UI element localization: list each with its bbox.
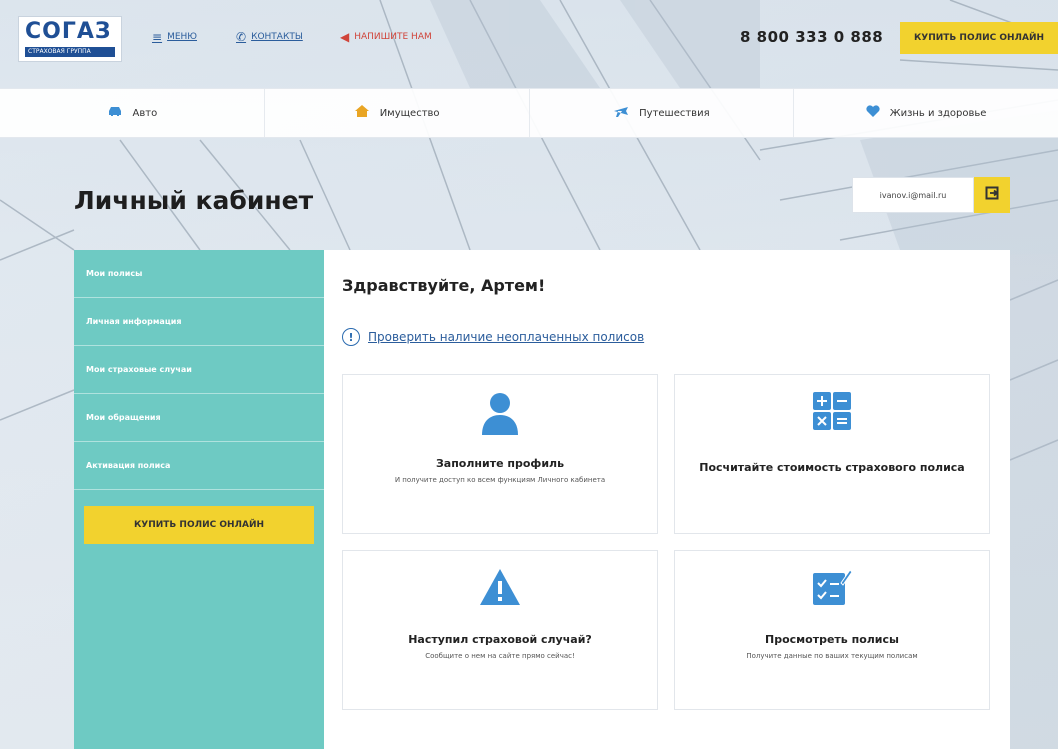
category-label: Имущество xyxy=(379,107,440,119)
logout-icon xyxy=(985,186,999,204)
sidebar-item-label: Мои полисы xyxy=(86,269,143,278)
sidebar-item-insurance-cases[interactable]: Мои страховые случаи xyxy=(74,346,324,394)
house-icon xyxy=(354,104,370,122)
category-auto[interactable]: Авто xyxy=(0,89,265,137)
card-title: Заполните профиль xyxy=(435,457,565,470)
sidebar-item-label: Мои страховые случаи xyxy=(86,365,192,374)
sidebar-item-label: Активация полиса xyxy=(86,461,171,470)
greeting: Здравствуйте, Артем! xyxy=(342,276,546,295)
menu-label: МЕНЮ xyxy=(167,32,197,42)
sidebar-item-personal-info[interactable]: Личная информация xyxy=(74,298,324,346)
card-insurance-case[interactable]: Наступил страховой случай? Сообщите о не… xyxy=(342,550,658,710)
sogaz-logo[interactable]: СОГАЗ СТРАХОВАЯ ГРУППА xyxy=(18,16,122,62)
plane-icon xyxy=(613,104,629,122)
contacts-label: КОНТАКТЫ xyxy=(251,32,303,42)
buy-policy-online-button[interactable]: КУПИТЬ ПОЛИС ОНЛАЙН xyxy=(900,22,1058,54)
sidebar-item-my-policies[interactable]: Мои полисы xyxy=(74,250,324,298)
category-travel[interactable]: Путешествия xyxy=(530,89,795,137)
card-subtitle: И получите доступ ко всем функциям Лично… xyxy=(394,476,606,484)
card-title: Просмотреть полисы xyxy=(765,633,899,646)
unpaid-policies-check[interactable]: ! Проверить наличие неоплаченных полисов xyxy=(342,328,644,346)
card-calculate-cost[interactable]: Посчитайте стоимость страхового полиса xyxy=(674,374,990,534)
main-content: Здравствуйте, Артем! ! Проверить наличие… xyxy=(324,250,1010,749)
contacts-link[interactable]: ✆ КОНТАКТЫ xyxy=(236,30,303,44)
page-title: Личный кабинет xyxy=(74,186,314,215)
sidebar-item-label: Личная информация xyxy=(86,317,182,326)
sidebar: Мои полисы Личная информация Мои страхов… xyxy=(74,250,324,749)
car-icon xyxy=(107,105,123,121)
category-label: Жизнь и здоровье xyxy=(889,107,987,119)
sidebar-item-policy-activation[interactable]: Активация полиса xyxy=(74,442,324,490)
info-icon: ! xyxy=(342,328,360,346)
user-icon xyxy=(343,391,657,435)
phone-icon: ✆ xyxy=(236,30,247,44)
category-life-health[interactable]: Жизнь и здоровье xyxy=(794,89,1058,137)
site-header: СОГАЗ СТРАХОВАЯ ГРУППА ≡ МЕНЮ ✆ КОНТАКТЫ… xyxy=(0,0,1058,88)
menu-link[interactable]: ≡ МЕНЮ xyxy=(152,30,197,44)
category-label: Авто xyxy=(132,107,158,119)
card-subtitle: Получите данные по ваших текущим полисам xyxy=(746,652,918,660)
category-label: Путешествия xyxy=(639,107,710,119)
hamburger-icon: ≡ xyxy=(152,30,163,44)
category-property[interactable]: Имущество xyxy=(265,89,530,137)
write-us-label: НАПИШИТЕ НАМ xyxy=(354,32,432,42)
user-email[interactable]: ivanov.i@mail.ru xyxy=(852,177,974,213)
logo-subtitle: СТРАХОВАЯ ГРУППА xyxy=(25,47,115,57)
sidebar-buy-policy-button[interactable]: КУПИТЬ ПОЛИС ОНЛАЙН xyxy=(84,506,314,544)
logout-button[interactable] xyxy=(974,177,1010,213)
checklist-icon xyxy=(675,567,989,611)
megaphone-icon: ◀ xyxy=(340,30,350,44)
category-bar: Авто Имущество Путешествия Жизнь и здоро… xyxy=(0,88,1058,138)
warning-icon xyxy=(343,567,657,611)
write-us-link[interactable]: ◀ НАПИШИТЕ НАМ xyxy=(340,30,432,44)
heart-icon xyxy=(866,104,880,122)
card-title: Посчитайте стоимость страхового полиса xyxy=(699,461,965,474)
calculator-icon xyxy=(675,391,989,435)
sidebar-item-my-requests[interactable]: Мои обращения xyxy=(74,394,324,442)
card-view-policies[interactable]: Просмотреть полисы Получите данные по ва… xyxy=(674,550,990,710)
card-subtitle: Сообщите о нем на сайте прямо сейчас! xyxy=(425,652,575,660)
card-title: Наступил страховой случай? xyxy=(408,633,592,646)
card-fill-profile[interactable]: Заполните профиль И получите доступ ко в… xyxy=(342,374,658,534)
check-unpaid-link[interactable]: Проверить наличие неоплаченных полисов xyxy=(368,330,644,344)
logo-text: СОГАЗ xyxy=(25,19,112,44)
phone-number[interactable]: 8 800 333 0 888 xyxy=(740,28,883,46)
sidebar-item-label: Мои обращения xyxy=(86,413,161,422)
